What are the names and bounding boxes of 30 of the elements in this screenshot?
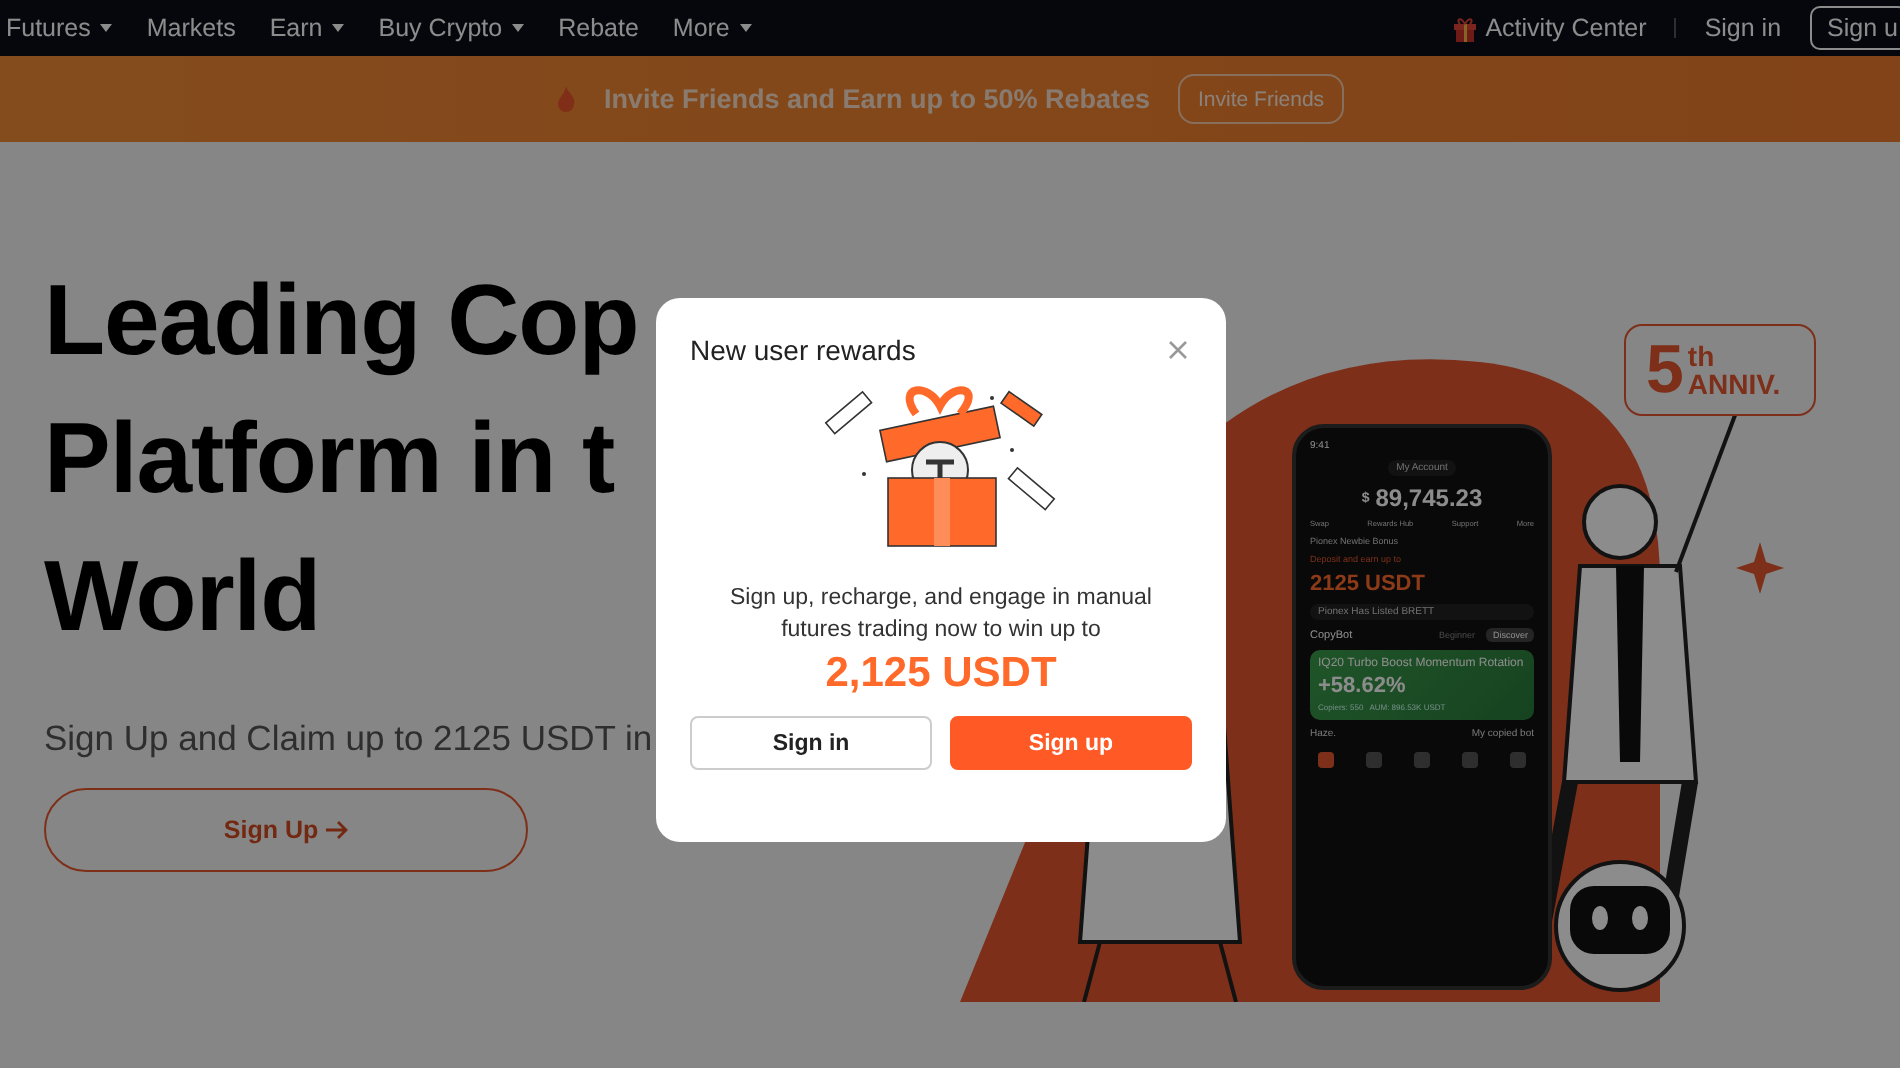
nav-link[interactable]: Buy Crypto [378, 14, 525, 42]
sign-in-link[interactable]: Sign in [1704, 14, 1782, 42]
dialog-message: Sign up, recharge, and engage in manual futures trading now to win up to [728, 584, 1154, 646]
dialog-button[interactable]: Sign up [950, 716, 1192, 770]
balance-amount: 89,745.23 [1375, 484, 1483, 512]
dialog-title: New user rewards [690, 334, 916, 366]
close-button[interactable] [1164, 336, 1192, 364]
sign-up-button[interactable]: Sign u [1809, 6, 1900, 50]
gift-icon [1451, 15, 1478, 41]
dialog-button[interactable]: Sign in [690, 716, 932, 770]
card-profit: +58.62% [1318, 674, 1408, 698]
nav-link[interactable]: Rebate [558, 14, 639, 42]
flame-icon [555, 86, 576, 112]
bonus-amount: 2125 USDT [1310, 572, 1427, 596]
nav-link[interactable]: Activity Center [1485, 14, 1647, 42]
reward-amount: 2,125 USDT [825, 650, 1057, 698]
hero-title: World [44, 538, 321, 656]
badge-suffix: th [1687, 342, 1717, 370]
nav-link[interactable]: Markets [146, 14, 236, 42]
banner-text: Invite Friends and Earn up to 50% Rebates [603, 84, 1151, 114]
badge-number: 5 [1646, 336, 1684, 404]
hero-title: Platform in t [44, 400, 615, 518]
badge-text: ANNIV. [1687, 370, 1781, 398]
hero-subtitle: Sign Up and Claim up to 2125 USDT in [44, 718, 653, 760]
nav-link[interactable]: Futures [6, 14, 113, 42]
nav-link[interactable]: More [672, 14, 752, 42]
hero-title: Leading Cop [44, 262, 639, 380]
close-icon [1164, 336, 1192, 364]
arrow-right-icon [326, 820, 349, 840]
nav-link[interactable]: Earn [269, 14, 345, 42]
